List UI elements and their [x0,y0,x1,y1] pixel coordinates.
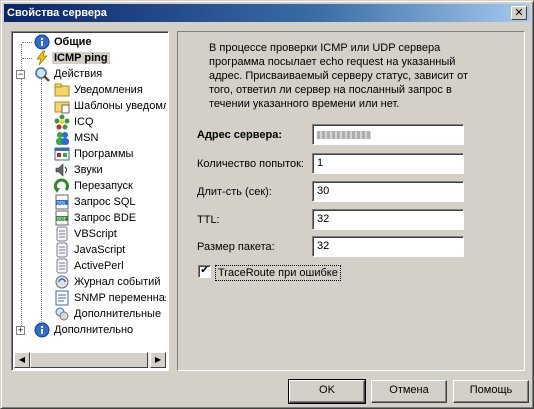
script-scroll-icon [54,258,70,274]
window-title: Свойства сервера [7,7,107,19]
bde-doc-icon: BDE [54,210,70,226]
traceroute-checkbox[interactable]: ✔ [198,265,211,278]
tree-item-notification-templates[interactable]: Шаблоны уведомл [54,98,166,114]
collapse-toggle[interactable]: − [16,70,25,79]
tree-item-restart[interactable]: Перезапуск [54,178,135,194]
close-button[interactable]: ✕ [511,6,527,20]
tree-item-icq[interactable]: ICQ [54,114,96,130]
cancel-button[interactable]: Отмена [371,380,447,403]
script-scroll-icon [54,242,70,258]
tree-item-javascript[interactable]: JavaScript [54,242,127,258]
script-scroll-icon [54,226,70,242]
ttl-label: TTL: [197,214,220,226]
tree-item-activeperl[interactable]: ActivePerl [54,258,126,274]
search-icon [34,66,50,82]
tree-item-snmp-variable[interactable]: SNMP переменная [54,290,166,306]
restart-arrow-icon [54,178,70,194]
horizontal-scrollbar[interactable]: ◀ ▶ [14,352,166,368]
server-address-label: Адрес сервера: [197,129,282,141]
title-bar: Свойства сервера ✕ [4,4,530,22]
ok-button[interactable]: OK [288,379,366,404]
sql-doc-icon: SQL [54,194,70,210]
tree-item-msn[interactable]: MSN [54,130,100,146]
duration-field[interactable]: 30 [312,181,464,202]
speaker-icon [54,162,70,178]
tree-item-vbscript[interactable]: VBScript [54,226,119,242]
duration-label: Длит-сть (сек): [197,186,272,198]
description-text: В процессе проверки ICMP или UDP сервера… [209,42,469,110]
tree-item-sql-query[interactable]: SQL Запрос SQL [54,194,138,210]
info-icon [34,34,50,50]
server-address-field[interactable] [312,124,464,145]
redacted-address [317,131,371,139]
icq-flower-icon [54,114,70,130]
tree-item-general[interactable]: Общие [34,34,94,50]
snmp-doc-icon [54,290,70,306]
tree-item-actions[interactable]: − Действия [16,66,104,82]
svg-text:SQL: SQL [57,201,66,207]
programs-icon [54,146,70,162]
ttl-field[interactable]: 32 [312,209,464,230]
folder-template-icon [54,98,70,114]
folder-icon [54,82,70,98]
tree-item-event-log[interactable]: Журнал событий [54,274,162,290]
tree-item-additional-actions[interactable]: Дополнительные [54,306,163,322]
scroll-thumb[interactable] [30,352,148,368]
settings-tree[interactable]: Общие ICMP ping − Действия Уведомления Ш… [11,31,169,371]
scroll-left-button[interactable]: ◀ [14,352,30,368]
msn-people-icon [54,130,70,146]
expand-toggle[interactable]: + [16,326,25,335]
tree-item-programs[interactable]: Программы [54,146,135,162]
packet-size-field[interactable]: 32 [312,236,464,257]
tree-item-notifications[interactable]: Уведомления [54,82,145,98]
lightning-icon [34,50,50,66]
attempts-label: Количество попыток: [197,158,304,170]
packet-size-label: Размер пакета: [197,241,275,253]
info-icon [34,322,50,338]
scroll-right-button[interactable]: ▶ [150,352,166,368]
tree-item-advanced[interactable]: + Дополнительно [16,322,135,338]
help-button[interactable]: Помощь [453,380,529,403]
attempts-field[interactable]: 1 [312,153,464,174]
server-properties-dialog: Свойства сервера ✕ Общие ICMP ping − Дей… [0,0,534,409]
svg-text:BDE: BDE [57,217,67,223]
traceroute-label[interactable]: TraceRoute при ошибке [215,265,341,281]
additional-icon [54,306,70,322]
tree-item-icmp-ping[interactable]: ICMP ping [34,50,110,66]
tree-item-bde-query[interactable]: BDE Запрос BDE [54,210,138,226]
journal-icon [54,274,70,290]
tree-item-sounds[interactable]: Звуки [54,162,105,178]
